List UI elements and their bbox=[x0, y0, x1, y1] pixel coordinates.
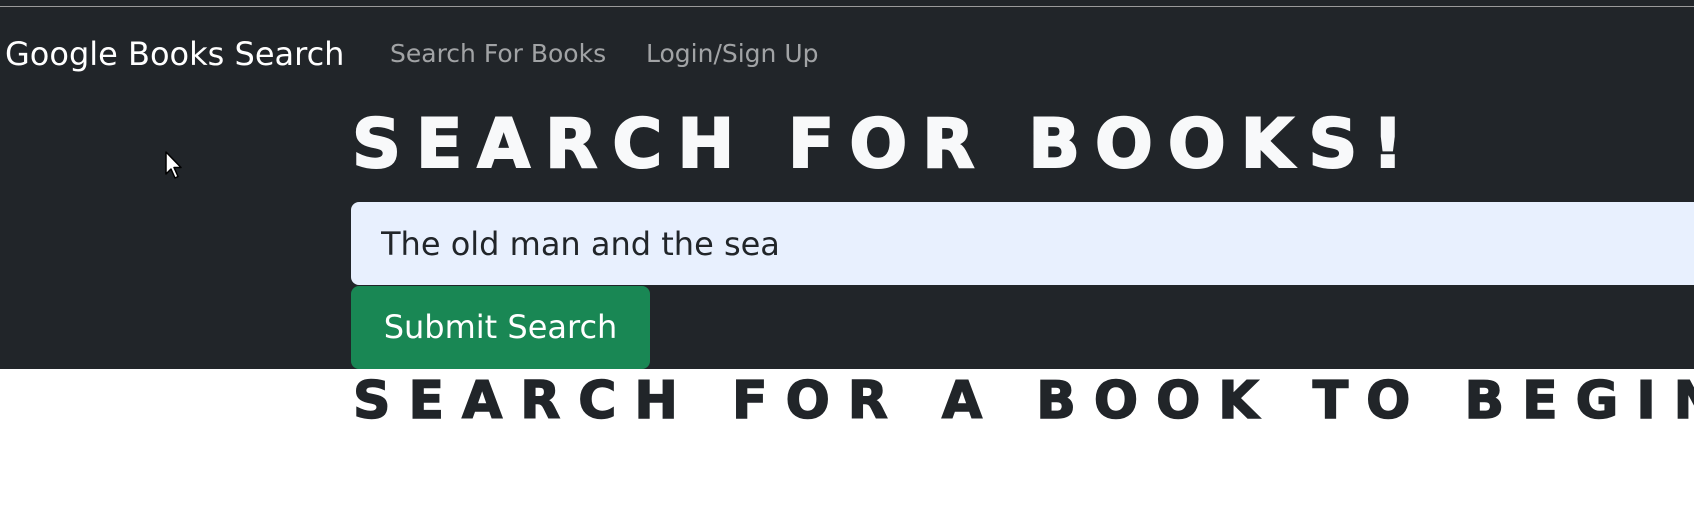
submit-search-button[interactable]: Submit Search bbox=[351, 286, 650, 369]
mouse-pointer-icon bbox=[165, 151, 182, 179]
nav-link-search-for-books[interactable]: Search For Books bbox=[390, 38, 606, 70]
page-title: Search for Books! bbox=[351, 105, 1419, 184]
search-input[interactable] bbox=[351, 202, 1694, 285]
window-top-border bbox=[0, 0, 1694, 7]
nav-link-login-signup[interactable]: Login/Sign Up bbox=[646, 38, 819, 70]
results-heading: Search for a book to begin bbox=[352, 370, 1694, 432]
navbar-brand[interactable]: Google Books Search bbox=[5, 34, 344, 74]
